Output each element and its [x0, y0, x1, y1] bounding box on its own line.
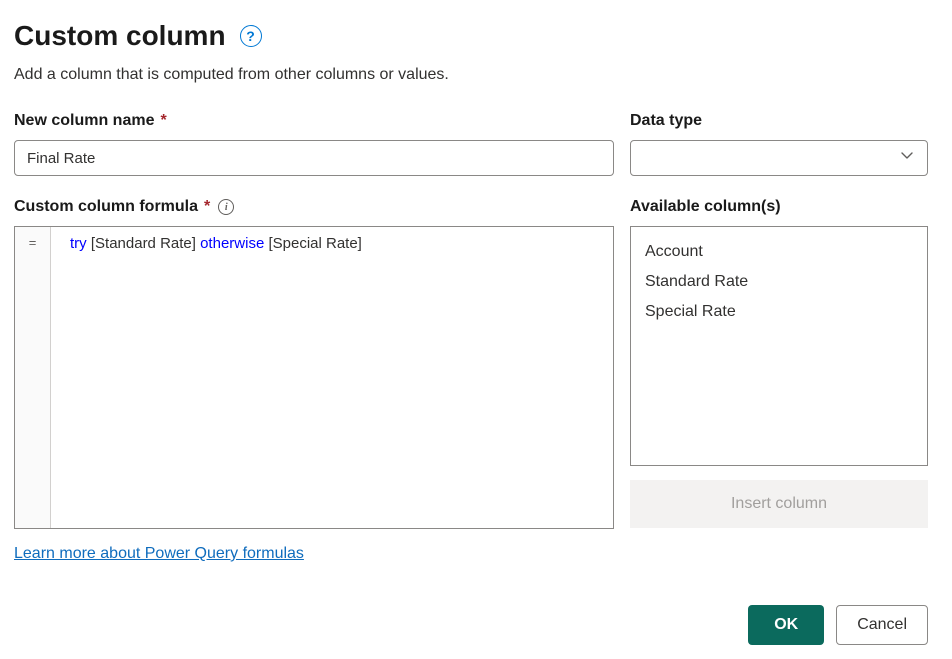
- page-title: Custom column: [14, 20, 226, 52]
- formula-ref-2: [Special Rate]: [264, 235, 362, 252]
- formula-label-text: Custom column formula: [14, 198, 198, 216]
- formula-ref-1: [Standard Rate]: [87, 235, 200, 252]
- data-type-label-text: Data type: [630, 112, 702, 130]
- formula-equals: =: [29, 235, 37, 528]
- formula-gutter: =: [15, 227, 51, 528]
- ok-button[interactable]: OK: [748, 605, 824, 645]
- list-item[interactable]: Special Rate: [645, 297, 913, 327]
- formula-kw-try: try: [70, 235, 87, 252]
- formula-label: Custom column formula * i: [14, 198, 614, 216]
- info-icon[interactable]: i: [218, 199, 234, 215]
- required-marker: *: [204, 198, 210, 216]
- data-type-label: Data type: [630, 112, 928, 130]
- column-name-label: New column name *: [14, 112, 614, 130]
- cancel-button[interactable]: Cancel: [836, 605, 928, 645]
- formula-kw-otherwise: otherwise: [200, 235, 264, 252]
- available-columns-label-text: Available column(s): [630, 198, 781, 216]
- column-name-label-text: New column name: [14, 112, 154, 130]
- help-icon[interactable]: ?: [240, 25, 262, 47]
- column-name-input[interactable]: [14, 140, 614, 176]
- data-type-select[interactable]: [630, 140, 928, 176]
- formula-editor[interactable]: = try [Standard Rate] otherwise [Special…: [14, 226, 614, 529]
- list-item[interactable]: Standard Rate: [645, 267, 913, 297]
- insert-column-button[interactable]: Insert column: [630, 480, 928, 528]
- list-item[interactable]: Account: [645, 237, 913, 267]
- available-columns-label: Available column(s): [630, 198, 928, 216]
- learn-more-link[interactable]: Learn more about Power Query formulas: [14, 545, 304, 563]
- available-columns-list: Account Standard Rate Special Rate: [630, 226, 928, 466]
- page-subtitle: Add a column that is computed from other…: [14, 66, 938, 84]
- required-marker: *: [160, 112, 166, 130]
- formula-content[interactable]: try [Standard Rate] otherwise [Special R…: [51, 227, 613, 528]
